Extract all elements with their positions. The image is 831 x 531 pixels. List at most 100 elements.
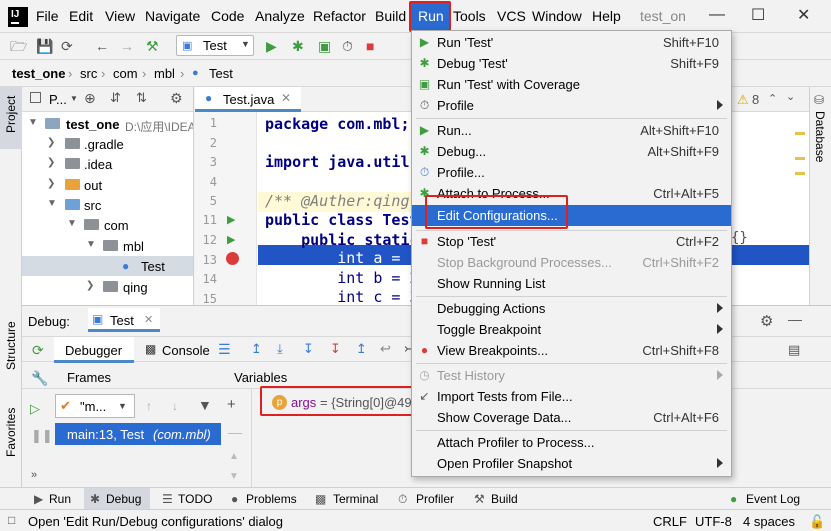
menu-file[interactable]: File: [36, 8, 59, 24]
breadcrumb-com[interactable]: com: [113, 66, 138, 81]
encoding-indicator[interactable]: UTF-8: [695, 514, 732, 529]
tree-row-com[interactable]: ▼ com: [22, 215, 193, 235]
tool-problems[interactable]: Problems: [246, 492, 297, 506]
menu-item-run-dots[interactable]: ▶ Run... Alt+Shift+F10: [412, 120, 731, 141]
menu-item-stop-background[interactable]: Stop Background Processes... Ctrl+Shift+…: [412, 252, 731, 273]
tree-row-out[interactable]: ❯ out: [22, 175, 193, 195]
menu-help[interactable]: Help: [592, 8, 621, 24]
chevron-down-icon[interactable]: ⌄: [786, 90, 795, 103]
menu-item-stop-test[interactable]: ■ Stop 'Test' Ctrl+F2: [412, 231, 731, 252]
menu-item-attach-profiler[interactable]: Attach Profiler to Process...: [412, 432, 731, 453]
menu-code[interactable]: Code: [211, 8, 244, 24]
forward-arrow-icon[interactable]: →: [120, 38, 134, 54]
minimize-icon[interactable]: —: [709, 6, 725, 24]
close-icon[interactable]: ✕: [797, 5, 810, 25]
debug-bug-icon[interactable]: ✱: [292, 38, 304, 54]
step-into-icon[interactable]: ↧: [303, 341, 314, 357]
move-up-icon[interactable]: ▲: [229, 451, 239, 462]
add-watch-icon[interactable]: +: [227, 396, 236, 413]
tool-debug-active[interactable]: ✱ Debug: [84, 488, 150, 510]
menu-navigate[interactable]: Navigate: [145, 8, 200, 24]
breakpoint-icon[interactable]: [226, 252, 239, 265]
menu-item-profile-dots[interactable]: ⏱ Profile...: [412, 162, 731, 183]
arrow-down-icon[interactable]: ↓: [172, 399, 178, 413]
menu-item-debugging-actions[interactable]: Debugging Actions: [412, 298, 731, 319]
menu-item-debug-dots[interactable]: ✱ Debug... Alt+Shift+F9: [412, 141, 731, 162]
menu-analyze[interactable]: Analyze: [255, 8, 305, 24]
breadcrumb-src[interactable]: src: [80, 66, 97, 81]
menu-edit[interactable]: Edit: [69, 8, 93, 24]
menu-item-toggle-breakpoint[interactable]: Toggle Breakpoint: [412, 319, 731, 340]
tool-run[interactable]: Run: [49, 492, 71, 506]
remove-watch-icon[interactable]: —: [228, 424, 242, 440]
debug-session-tab[interactable]: ▣ Test ✕: [88, 308, 160, 332]
editor-tab[interactable]: ● Test.java ✕: [195, 87, 301, 112]
save-icon[interactable]: 💾: [36, 38, 53, 54]
minimize-icon[interactable]: —: [788, 311, 802, 327]
menu-tools[interactable]: Tools: [453, 8, 486, 24]
menu-item-open-snapshot[interactable]: Open Profiler Snapshot: [412, 453, 731, 474]
indent-indicator[interactable]: 4 spaces: [743, 514, 795, 529]
run-config-selector[interactable]: ▣ Test ▼: [176, 35, 254, 56]
dropdown-arrow-icon[interactable]: ▼: [70, 94, 78, 103]
breadcrumb-file[interactable]: Test: [209, 66, 233, 81]
tree-row-src[interactable]: ▼ src: [22, 195, 193, 215]
tree-row-qing[interactable]: ❯ qing: [22, 277, 193, 297]
favorites-tool-label[interactable]: Favorites: [4, 408, 18, 457]
line-separator-indicator[interactable]: CRLF: [653, 514, 687, 529]
menu-view[interactable]: View: [105, 8, 135, 24]
status-toggle-icon[interactable]: □: [8, 513, 15, 527]
layout-settings-icon[interactable]: ▤: [788, 342, 800, 358]
menu-item-profile[interactable]: ⏱ Profile: [412, 95, 731, 116]
collapse-all-icon[interactable]: ⇅: [136, 90, 147, 106]
drop-frame-icon[interactable]: ↩: [380, 341, 391, 357]
tool-todo[interactable]: TODO: [178, 492, 212, 506]
stop-icon[interactable]: ■: [366, 38, 374, 54]
warning-icon[interactable]: ⚠: [737, 92, 749, 108]
arrow-up-icon[interactable]: ↑: [146, 399, 152, 413]
chevron-up-icon[interactable]: ⌃: [768, 92, 777, 105]
tree-row-gradle[interactable]: ❯ .gradle: [22, 134, 193, 154]
lock-icon[interactable]: 🔓: [809, 514, 825, 530]
maximize-icon[interactable]: ☐: [751, 5, 765, 25]
menu-item-test-history[interactable]: ◷ Test History: [412, 365, 731, 386]
back-arrow-icon[interactable]: ←: [95, 38, 109, 54]
gear-icon[interactable]: ⚙: [170, 90, 183, 107]
menu-build[interactable]: Build: [375, 8, 406, 24]
debugger-tab[interactable]: Debugger: [54, 337, 134, 363]
structure-tool-label[interactable]: Structure: [4, 321, 18, 370]
tool-build[interactable]: Build: [491, 492, 518, 506]
menu-window[interactable]: Window: [532, 8, 582, 24]
project-view-selector[interactable]: P...: [49, 92, 67, 107]
show-execution-point-icon[interactable]: ↥: [251, 341, 262, 357]
sync-icon[interactable]: ⟳: [61, 38, 73, 54]
run-gutter-icon[interactable]: ▶: [227, 213, 235, 226]
database-tool-label[interactable]: Database: [813, 111, 827, 162]
close-tab-icon[interactable]: ✕: [144, 313, 153, 326]
tree-row-mbl[interactable]: ▼ mbl: [22, 236, 193, 256]
run-icon[interactable]: ▶: [266, 38, 277, 54]
menu-refactor[interactable]: Refactor: [313, 8, 366, 24]
build-hammer-icon[interactable]: ⚒: [146, 38, 159, 54]
tool-event-log[interactable]: Event Log: [746, 492, 800, 506]
tool-profiler[interactable]: Profiler: [416, 492, 454, 506]
more-chevron-icon[interactable]: »: [31, 469, 37, 481]
force-step-into-icon[interactable]: ↧: [330, 341, 341, 357]
close-tab-icon[interactable]: ✕: [281, 91, 291, 105]
filter-icon[interactable]: ▼: [198, 397, 212, 413]
tree-row-idea[interactable]: ❯ .idea: [22, 154, 193, 174]
expand-all-icon[interactable]: ⇵: [110, 90, 121, 106]
menu-lines-icon[interactable]: ☰: [218, 341, 231, 358]
run-gutter-icon[interactable]: ▶: [227, 233, 235, 246]
profile-icon[interactable]: ⏱: [342, 38, 353, 54]
step-out-icon[interactable]: ↥: [356, 341, 367, 357]
step-over-icon[interactable]: ⤓: [277, 341, 283, 357]
locate-target-icon[interactable]: ⊕: [84, 90, 96, 107]
tree-row-root[interactable]: ▼ test_one D:\应用\IDEA: [22, 114, 193, 134]
menu-vcs[interactable]: VCS: [497, 8, 526, 24]
menu-item-show-running-list[interactable]: Show Running List: [412, 273, 731, 294]
breadcrumb-mbl[interactable]: mbl: [154, 66, 175, 81]
project-tool-label[interactable]: Project: [4, 96, 18, 133]
resume-icon[interactable]: ▷: [30, 401, 40, 417]
menu-item-show-coverage[interactable]: Show Coverage Data... Ctrl+Alt+F6: [412, 407, 731, 428]
